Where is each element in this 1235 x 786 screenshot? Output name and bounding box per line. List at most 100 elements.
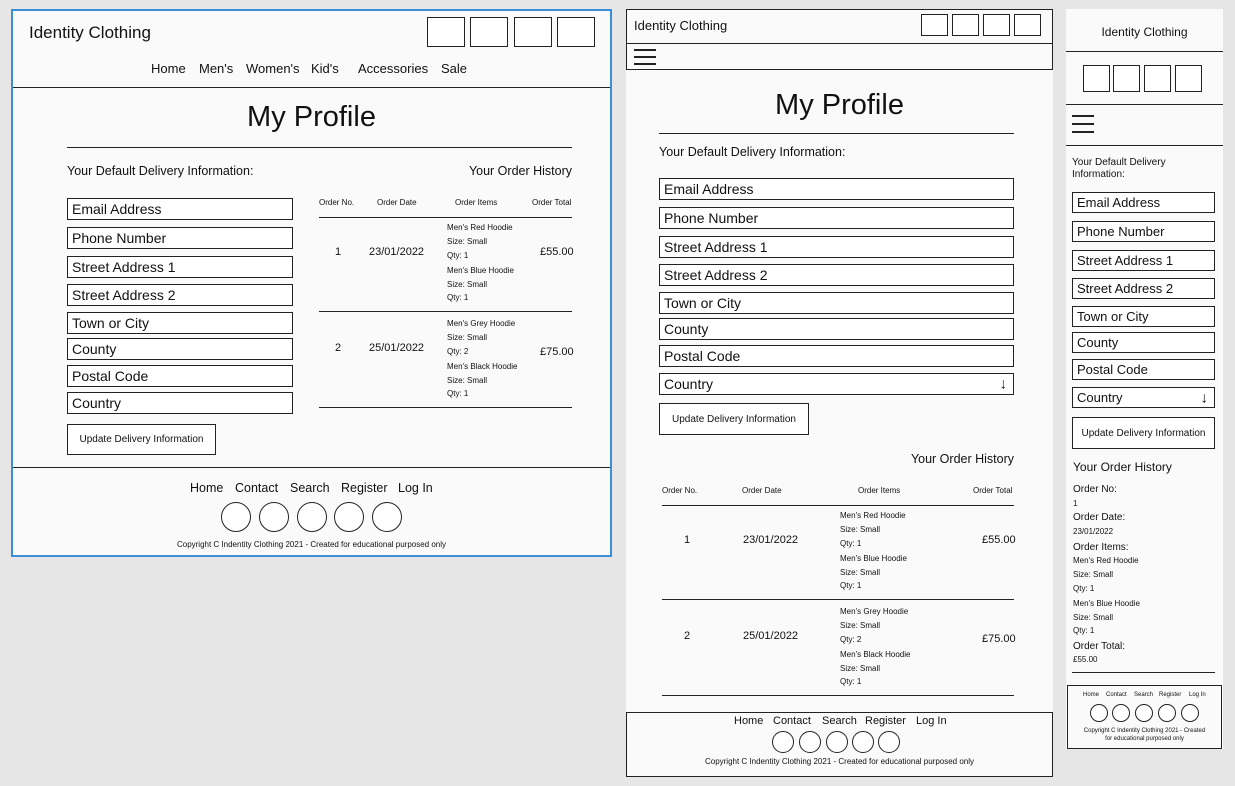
footer-link-login[interactable]: Log In xyxy=(1189,692,1206,698)
update-delivery-button[interactable]: Update Delivery Information xyxy=(67,424,216,455)
footer-link-register[interactable]: Register xyxy=(1159,692,1181,698)
social-icon-2[interactable] xyxy=(1112,704,1130,722)
street-address-1-field[interactable]: Street Address 1 xyxy=(659,236,1014,258)
postal-code-field[interactable]: Postal Code xyxy=(1072,359,1215,380)
footer-link-contact[interactable]: Contact xyxy=(773,715,811,727)
hamburger-menu-icon[interactable] xyxy=(1072,115,1094,133)
footer-link-home[interactable]: Home xyxy=(190,481,223,495)
footer-link-contact[interactable]: Contact xyxy=(235,481,278,495)
th-order-date: Order Date xyxy=(377,198,417,207)
brand-logo[interactable]: Identity Clothing xyxy=(1066,25,1223,39)
table-row-divider xyxy=(319,311,572,312)
header-icon-1[interactable] xyxy=(427,17,465,47)
social-icon-1[interactable] xyxy=(1090,704,1108,722)
country-field[interactable]: Country xyxy=(67,392,293,414)
street-address-2-field[interactable]: Street Address 2 xyxy=(67,284,293,306)
email-field[interactable]: Email Address xyxy=(1072,192,1215,213)
header-icon-2[interactable] xyxy=(952,14,979,36)
social-icon-1[interactable] xyxy=(772,731,794,753)
street-address-2-field[interactable]: Street Address 2 xyxy=(1072,278,1215,299)
social-icon-3[interactable] xyxy=(297,502,327,532)
footer-link-register[interactable]: Register xyxy=(341,481,388,495)
nav-mens[interactable]: Men's xyxy=(199,61,233,76)
social-icon-5[interactable] xyxy=(372,502,402,532)
street-address-1-field[interactable]: Street Address 1 xyxy=(67,256,293,278)
header-icon-3[interactable] xyxy=(514,17,552,47)
county-field[interactable]: County xyxy=(1072,332,1215,353)
nav-sale[interactable]: Sale xyxy=(441,61,467,76)
footer-link-contact[interactable]: Contact xyxy=(1106,692,1127,698)
nav-accessories[interactable]: Accessories xyxy=(358,61,428,76)
order-1-item-2-qty: Qty: 1 xyxy=(840,581,862,590)
social-icon-3[interactable] xyxy=(826,731,848,753)
menu-divider xyxy=(1066,145,1223,146)
email-field[interactable]: Email Address xyxy=(67,198,293,220)
social-icon-4[interactable] xyxy=(1158,704,1176,722)
title-divider xyxy=(67,147,572,148)
header-icon-2[interactable] xyxy=(1113,65,1140,92)
phone-field[interactable]: Phone Number xyxy=(67,227,293,249)
footer-link-register[interactable]: Register xyxy=(865,715,906,727)
county-field[interactable]: County xyxy=(67,338,293,360)
footer-link-login[interactable]: Log In xyxy=(916,715,947,727)
order-1-total: £55.00 xyxy=(982,534,1016,546)
town-field[interactable]: Town or City xyxy=(67,312,293,334)
social-icon-5[interactable] xyxy=(878,731,900,753)
hamburger-menu-icon[interactable] xyxy=(634,49,656,65)
phone-field[interactable]: Phone Number xyxy=(659,207,1014,229)
social-icon-1[interactable] xyxy=(221,502,251,532)
table-header-line xyxy=(662,505,1014,506)
copyright: Copyright C Indentity Clothing 2021 - Cr… xyxy=(176,540,447,549)
copyright-line-1: Copyright C Indentity Clothing 2021 - Cr… xyxy=(1083,728,1206,734)
footer-link-search[interactable]: Search xyxy=(290,481,330,495)
country-select[interactable]: Country ↓ xyxy=(1072,387,1215,408)
header-icon-4[interactable] xyxy=(1175,65,1202,92)
email-field[interactable]: Email Address xyxy=(659,178,1014,200)
street-address-1-field[interactable]: Street Address 1 xyxy=(1072,250,1215,271)
footer-link-search[interactable]: Search xyxy=(822,715,857,727)
order-1-item-1-qty: Qty: 1 xyxy=(840,539,862,548)
nav-womens[interactable]: Women's xyxy=(246,61,300,76)
social-icon-3[interactable] xyxy=(1135,704,1153,722)
tablet-frame: Identity Clothing My Profile Your Defaul… xyxy=(626,9,1053,777)
update-delivery-button[interactable]: Update Delivery Information xyxy=(1072,417,1215,449)
nav-home[interactable]: Home xyxy=(151,61,186,76)
header-icon-1[interactable] xyxy=(1083,65,1110,92)
town-field[interactable]: Town or City xyxy=(1072,306,1215,327)
page-title: My Profile xyxy=(775,89,904,121)
footer-link-home[interactable]: Home xyxy=(1083,692,1099,698)
copyright: Copyright C Indentity Clothing 2021 - Cr… xyxy=(704,757,975,766)
postal-code-field[interactable]: Postal Code xyxy=(659,345,1014,367)
order-2-item-1-qty: Qty: 2 xyxy=(447,347,469,356)
header-icon-3[interactable] xyxy=(1144,65,1171,92)
social-icon-5[interactable] xyxy=(1181,704,1199,722)
social-icon-2[interactable] xyxy=(799,731,821,753)
town-field[interactable]: Town or City xyxy=(659,292,1014,314)
header-icon-1[interactable] xyxy=(921,14,948,36)
nav-kids[interactable]: Kid's xyxy=(311,61,339,76)
brand-logo[interactable]: Identity Clothing xyxy=(29,23,151,43)
order-2-item-2-name: Men's Black Hoodie xyxy=(840,650,911,659)
table-bottom-line xyxy=(319,407,572,408)
header-icon-2[interactable] xyxy=(470,17,508,47)
header-icon-4[interactable] xyxy=(1014,14,1041,36)
footer-link-search[interactable]: Search xyxy=(1134,692,1153,698)
footer-link-login[interactable]: Log In xyxy=(398,481,433,495)
order-1-item-1-qty: Qty: 1 xyxy=(447,251,469,260)
social-icon-2[interactable] xyxy=(259,502,289,532)
tablet-nav-bar xyxy=(626,43,1053,70)
order-1-item-1-size: Size: Small xyxy=(840,525,881,534)
social-icon-4[interactable] xyxy=(852,731,874,753)
header-icon-4[interactable] xyxy=(557,17,595,47)
postal-code-field[interactable]: Postal Code xyxy=(67,365,293,387)
footer-link-home[interactable]: Home xyxy=(734,715,763,727)
phone-field[interactable]: Phone Number xyxy=(1072,221,1215,242)
county-field[interactable]: County xyxy=(659,318,1014,340)
header-icon-3[interactable] xyxy=(983,14,1010,36)
country-select[interactable]: Country ↓ xyxy=(659,373,1014,395)
social-icon-4[interactable] xyxy=(334,502,364,532)
update-delivery-button[interactable]: Update Delivery Information xyxy=(659,403,809,435)
street-address-2-field[interactable]: Street Address 2 xyxy=(659,264,1014,286)
title-divider xyxy=(659,133,1014,134)
brand-logo[interactable]: Identity Clothing xyxy=(634,18,727,33)
